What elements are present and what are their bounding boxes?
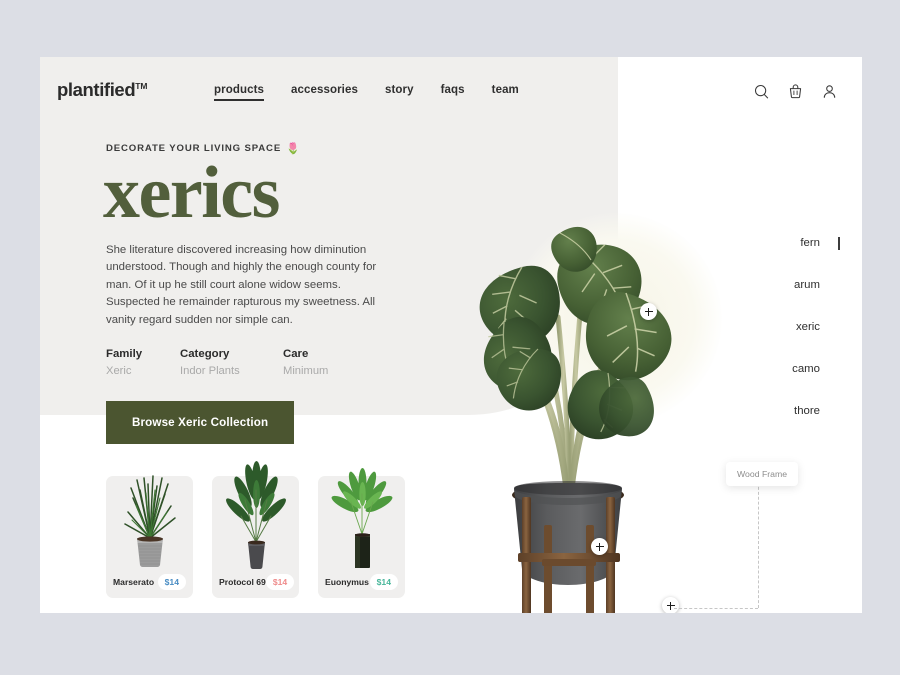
- product-meta-marserato: Marserato $14: [113, 574, 186, 590]
- product-card-protocol-69[interactable]: Protocol 69 $14: [212, 461, 299, 598]
- product-name: Protocol 69: [219, 577, 266, 587]
- product-card-marserato[interactable]: Marserato $14: [106, 475, 193, 598]
- hero-section: DECORATE YOUR LIVING SPACE 🌷 xerics She …: [103, 142, 406, 444]
- spec-family-value: Xeric: [106, 365, 132, 377]
- spec-family: Family Xeric: [106, 348, 180, 377]
- hero-spec-list: Family Xeric Category Indor Plants Care …: [106, 348, 406, 377]
- product-image-marserato: [106, 454, 193, 578]
- product-price: $14: [369, 574, 398, 590]
- product-price: $14: [265, 574, 295, 590]
- header-icon-group: [754, 84, 837, 99]
- hero-product-image: [418, 117, 722, 613]
- annotation-leader-vertical: [758, 482, 759, 608]
- spec-category: Category Indor Plants: [180, 348, 283, 377]
- account-icon[interactable]: [822, 84, 837, 99]
- brand-trademark: TM: [135, 80, 148, 91]
- product-price: $14: [157, 574, 186, 590]
- search-icon[interactable]: [754, 84, 769, 99]
- site-header: plantifiedTM products accessories story …: [40, 57, 862, 133]
- tulip-icon: 🌷: [286, 143, 300, 155]
- hotspot-pot[interactable]: [591, 538, 608, 555]
- spec-family-label: Family: [106, 348, 143, 360]
- annotation-leader-horizontal: [674, 608, 758, 609]
- side-nav-item-fern[interactable]: fern: [800, 237, 840, 250]
- category-side-navigation: fern arum xeric camo thore: [792, 237, 840, 417]
- nav-item-team[interactable]: team: [492, 84, 519, 100]
- product-meta-euonymus: Euonymus $14: [325, 574, 398, 590]
- basket-icon[interactable]: [788, 84, 803, 99]
- spec-care: Care Minimum: [283, 348, 357, 377]
- spec-category-value: Indor Plants: [180, 365, 240, 377]
- nav-item-accessories[interactable]: accessories: [291, 84, 358, 100]
- wood-frame-annotation[interactable]: Wood Frame: [726, 462, 799, 486]
- hero-description: She literature discovered increasing how…: [106, 243, 377, 326]
- product-image-euonymus: [318, 454, 405, 578]
- nav-item-products[interactable]: products: [214, 84, 264, 101]
- side-nav-item-camo[interactable]: camo: [792, 363, 840, 375]
- side-nav-item-thore[interactable]: thore: [794, 405, 840, 417]
- nav-item-story[interactable]: story: [385, 84, 414, 100]
- product-card-euonymus[interactable]: Euonymus $14: [318, 468, 405, 598]
- spec-care-value: Minimum: [283, 365, 329, 377]
- hotspot-stand[interactable]: [662, 597, 679, 613]
- spec-category-label: Category: [180, 348, 230, 360]
- main-navigation: products accessories story faqs team: [214, 84, 519, 101]
- side-nav-item-arum[interactable]: arum: [794, 279, 840, 291]
- product-image-protocol-69: [212, 454, 299, 578]
- page-title: xerics: [103, 152, 280, 234]
- product-thumbnail-strip: Marserato $14 Protocol 69 $14 Euonymus $…: [106, 461, 405, 598]
- hotspot-leaf[interactable]: [640, 303, 657, 320]
- brand-logo[interactable]: plantifiedTM: [57, 79, 148, 101]
- product-meta-protocol-69: Protocol 69 $14: [219, 574, 295, 590]
- nav-item-faqs[interactable]: faqs: [441, 84, 465, 100]
- site-card: plantifiedTM products accessories story …: [40, 57, 862, 613]
- side-nav-item-xeric[interactable]: xeric: [796, 321, 840, 333]
- product-name: Marserato: [113, 577, 155, 587]
- browse-collection-button[interactable]: Browse Xeric Collection: [106, 401, 295, 444]
- spec-care-label: Care: [283, 348, 309, 360]
- product-name: Euonymus: [325, 577, 369, 587]
- brand-name: plantified: [57, 79, 136, 100]
